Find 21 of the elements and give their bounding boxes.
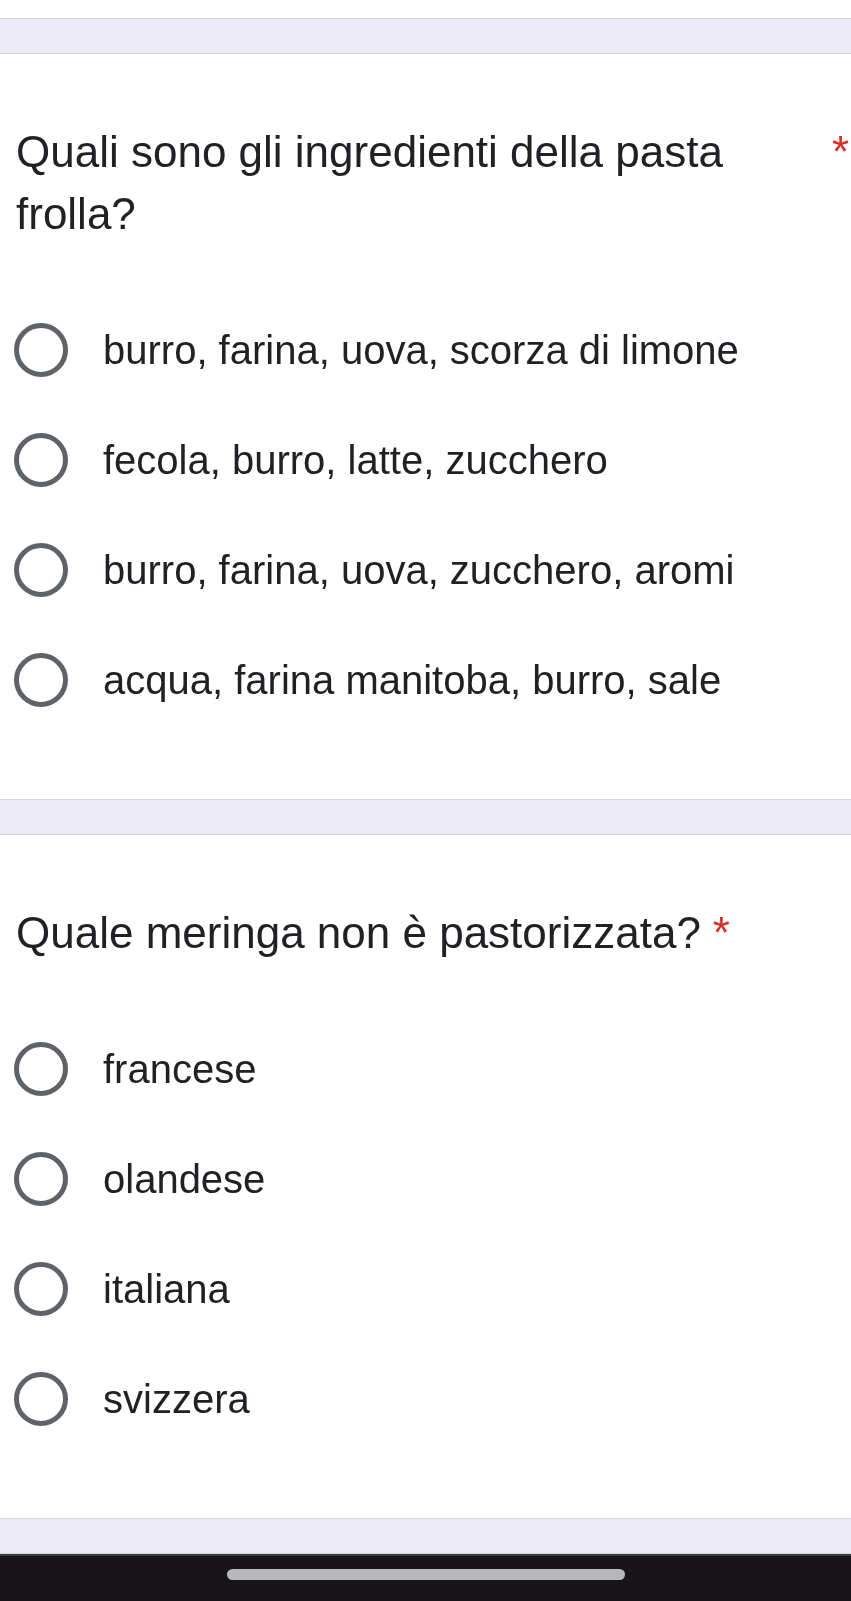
required-mark: * — [712, 907, 730, 959]
radio-button[interactable] — [14, 1152, 68, 1206]
radio-button[interactable] — [14, 1262, 68, 1316]
radio-button[interactable] — [14, 433, 68, 487]
option-label[interactable]: burro, farina, uova, zucchero, aromi — [103, 545, 735, 595]
option-label[interactable]: acqua, farina manitoba, burro, sale — [103, 655, 722, 705]
option-label[interactable]: italiana — [103, 1264, 230, 1314]
radio-button[interactable] — [14, 543, 68, 597]
radio-button[interactable] — [14, 1372, 68, 1426]
question-title: Quale meringa non è pastorizzata? — [16, 907, 701, 959]
option-label[interactable]: svizzera — [103, 1374, 250, 1424]
option-label[interactable]: burro, farina, uova, scorza di limone — [103, 325, 739, 375]
option-label[interactable]: francese — [103, 1044, 257, 1094]
option-label[interactable]: fecola, burro, latte, zucchero — [103, 435, 608, 485]
question-title: Quali sono gli ingredienti della pasta frolla? — [16, 126, 724, 240]
radio-button[interactable] — [14, 323, 68, 377]
radio-button[interactable] — [14, 1042, 68, 1096]
gesture-handle-icon[interactable] — [226, 1569, 625, 1580]
required-mark: * — [831, 126, 849, 178]
option-label[interactable]: olandese — [103, 1154, 266, 1204]
radio-button[interactable] — [14, 653, 68, 707]
